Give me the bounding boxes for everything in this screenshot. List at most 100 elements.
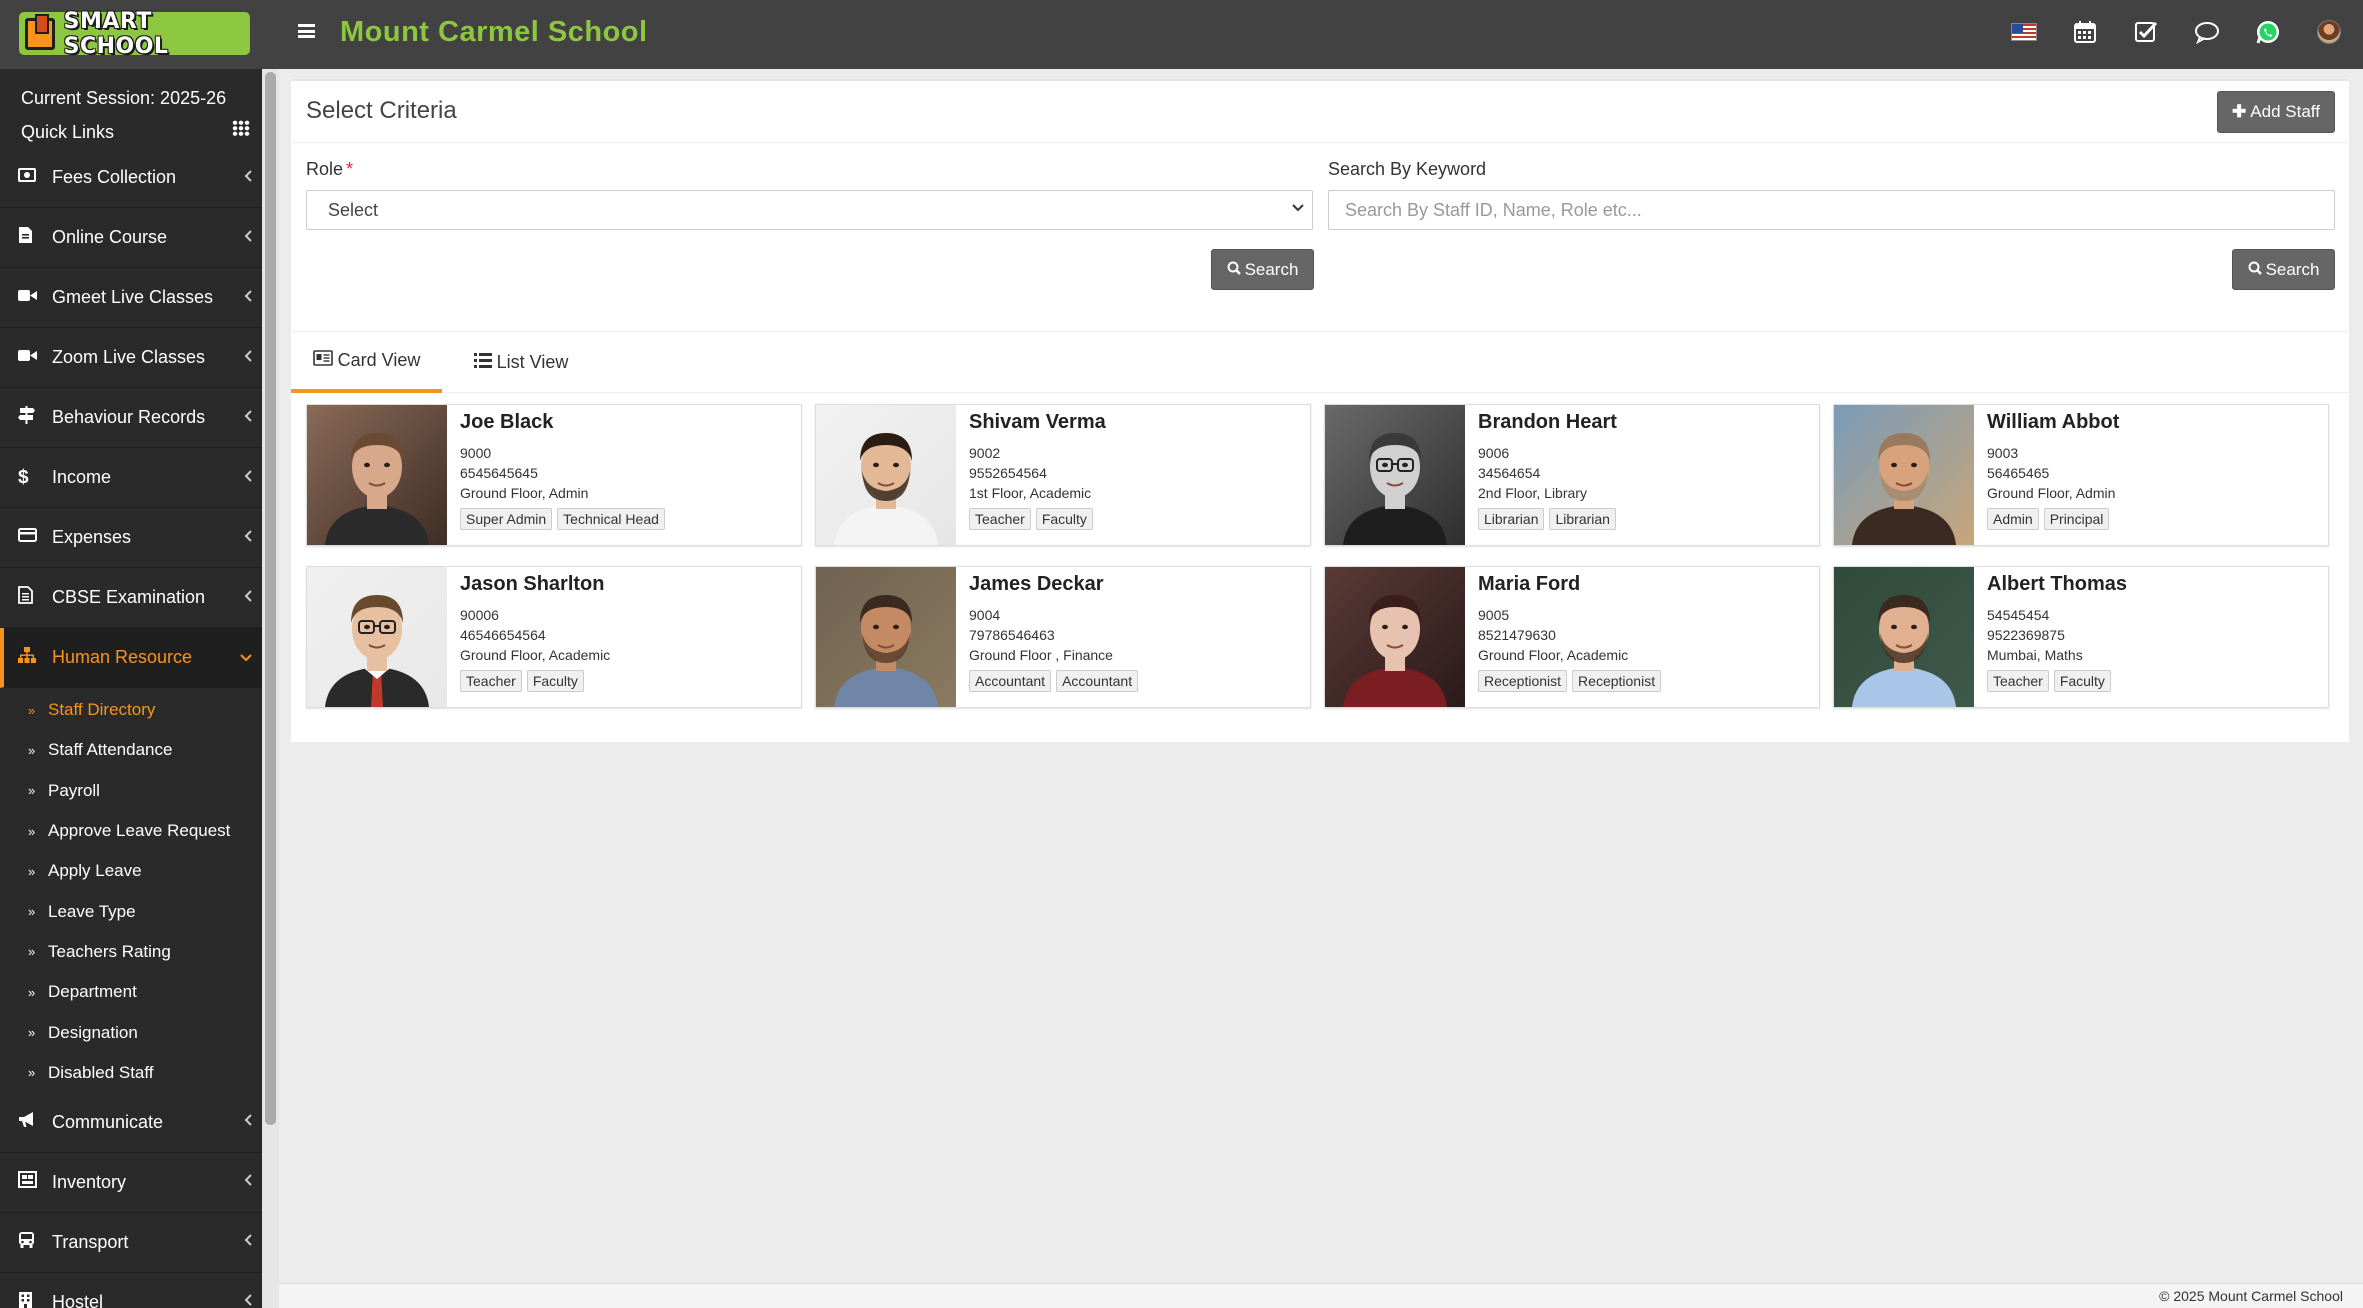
chevron-left-icon xyxy=(244,169,252,187)
submenu-item-apply-leave[interactable]: » Apply Leave xyxy=(0,851,262,891)
role-tag: Faculty xyxy=(1035,508,1093,530)
staff-name[interactable]: Jason Sharlton xyxy=(460,573,610,596)
building-icon xyxy=(18,1291,40,1308)
credit-card-icon xyxy=(18,528,40,547)
school-name: Mount Carmel School xyxy=(340,16,648,48)
staff-name[interactable]: James Deckar xyxy=(969,573,1138,596)
staff-photo-frame[interactable] xyxy=(307,405,447,545)
staff-photo-frame[interactable] xyxy=(816,405,956,545)
sidebar-item-expenses[interactable]: Expenses xyxy=(0,508,262,568)
grid-icon[interactable] xyxy=(232,120,250,136)
submenu-item-department[interactable]: » Department xyxy=(0,972,262,1012)
staff-card[interactable]: Joe Black 9000 6545645645 Ground Floor, Adm… xyxy=(306,404,802,546)
submenu-item-designation[interactable]: » Designation xyxy=(0,1012,262,1052)
staff-name[interactable]: Brandon Heart xyxy=(1478,411,1617,434)
search-icon xyxy=(2248,260,2262,280)
scrollbar-thumb[interactable] xyxy=(265,72,276,1125)
sidebar-scrollbar[interactable] xyxy=(262,69,279,1308)
chevron-left-icon xyxy=(244,529,252,547)
staff-info: James Deckar 9004 79786546463 Ground Floor … xyxy=(969,573,1139,692)
submenu-item-payroll[interactable]: » Payroll xyxy=(0,771,262,811)
sidebar-item-zoom-live-classes[interactable]: Zoom Live Classes xyxy=(0,328,262,388)
staff-photo-frame[interactable] xyxy=(1325,567,1465,707)
sidebar-item-online-course[interactable]: Online Course xyxy=(0,208,262,268)
keyword-search-input[interactable]: Search By Staff ID, Name, Role etc... xyxy=(1328,190,2335,230)
staff-id: 90006 xyxy=(460,607,499,623)
sidebar-item-gmeet-live-classes[interactable]: Gmeet Live Classes xyxy=(0,268,262,328)
sidebar-item-income[interactable]: $ Income xyxy=(0,448,262,508)
page-title: Select Criteria xyxy=(306,97,457,124)
menu-group-bottom: Communicate Inventory Transport Hostel xyxy=(0,1093,262,1308)
tab-card-view[interactable]: Card View xyxy=(291,332,442,393)
sidebar-item-label: Expenses xyxy=(52,527,132,547)
sidebar-item-cbse-examination[interactable]: CBSE Examination xyxy=(0,568,262,628)
submenu-item-leave-type[interactable]: » Leave Type xyxy=(0,891,262,931)
sidebar-item-inventory[interactable]: Inventory xyxy=(0,1153,262,1213)
role-tag: Technical Head xyxy=(557,508,665,530)
calendar-icon[interactable] xyxy=(2071,18,2099,46)
quick-links[interactable]: Quick Links xyxy=(21,115,262,149)
sidebar-item-label: Online Course xyxy=(52,227,168,247)
staff-card[interactable]: Maria Ford 9005 8521479630 Ground Floor, Ac… xyxy=(1324,566,1820,708)
sidebar-item-transport[interactable]: Transport xyxy=(0,1213,262,1273)
menu-toggle-icon[interactable] xyxy=(298,24,315,38)
staff-photo-frame[interactable] xyxy=(307,567,447,707)
staff-name[interactable]: William Abbot xyxy=(1987,411,2119,434)
staff-photo-frame[interactable] xyxy=(816,567,956,707)
sidebar-item-hostel[interactable]: Hostel xyxy=(0,1273,262,1308)
staff-photo-frame[interactable] xyxy=(1325,405,1465,545)
staff-name[interactable]: Shivam Verma xyxy=(969,411,1106,434)
staff-photo xyxy=(307,567,447,707)
staff-card[interactable]: Shivam Verma 9002 9552654564 1st Floor, Aca… xyxy=(815,404,1311,546)
keyword-search-button[interactable]: Search xyxy=(2232,249,2335,290)
tab-list-view[interactable]: List View xyxy=(451,332,591,393)
staff-phone: 46546654564 xyxy=(460,627,546,643)
sidebar-item-human-resource[interactable]: Human Resource xyxy=(0,628,262,688)
app-logo[interactable]: SMART SCHOOL xyxy=(19,9,250,59)
staff-name[interactable]: Joe Black xyxy=(460,411,665,434)
staff-card[interactable]: Brandon Heart 9006 34564654 2nd Floor, Libr… xyxy=(1324,404,1820,546)
role-search-button[interactable]: Search xyxy=(1211,249,1314,290)
staff-tags: Admin Principal xyxy=(1987,508,2119,530)
submenu-item-label: Leave Type xyxy=(48,901,136,921)
submenu-item-staff-attendance[interactable]: » Staff Attendance xyxy=(0,730,262,770)
staff-name[interactable]: Maria Ford xyxy=(1478,573,1661,596)
staff-phone: 9522369875 xyxy=(1987,627,2065,643)
staff-card[interactable]: Albert Thomas 54545454 9522369875 Mumbai, M… xyxy=(1833,566,2329,708)
submenu-item-disabled-staff[interactable]: » Disabled Staff xyxy=(0,1053,262,1093)
submenu-item-approve-leave-request[interactable]: » Approve Leave Request xyxy=(0,811,262,851)
sidebar-item-label: Inventory xyxy=(52,1171,127,1192)
staff-name[interactable]: Albert Thomas xyxy=(1987,573,2127,596)
staff-photo-frame[interactable] xyxy=(1834,567,1974,707)
language-flag-icon[interactable] xyxy=(2010,18,2038,46)
bullhorn-icon xyxy=(18,1111,40,1133)
staff-photo-frame[interactable] xyxy=(1834,405,1974,545)
sidebar-item-communicate[interactable]: Communicate xyxy=(0,1093,262,1153)
sidebar-item-behaviour-records[interactable]: Behaviour Records xyxy=(0,388,262,448)
double-angle-right-icon: » xyxy=(28,1065,36,1081)
staff-card[interactable]: Jason Sharlton 90006 46546654564 Ground Flo… xyxy=(306,566,802,708)
staff-card[interactable]: William Abbot 9003 56465465 Ground Floor, A… xyxy=(1833,404,2329,546)
chat-icon[interactable] xyxy=(2193,18,2221,46)
keyword-placeholder: Search By Staff ID, Name, Role etc... xyxy=(1345,199,1642,220)
sidebar-item-fees-collection[interactable]: Fees Collection xyxy=(0,148,262,208)
whatsapp-icon[interactable] xyxy=(2254,18,2282,46)
staff-directory-panel: Select Criteria ✚ Add Staff Role * Select… xyxy=(291,79,2349,742)
task-check-icon[interactable] xyxy=(2132,18,2160,46)
staff-id: 9006 xyxy=(1478,445,1510,461)
chevron-left-icon xyxy=(244,229,252,247)
user-avatar[interactable] xyxy=(2315,18,2343,46)
double-angle-right-icon: » xyxy=(28,1025,36,1041)
role-tag: Librarian xyxy=(1478,508,1545,530)
double-angle-right-icon: » xyxy=(28,702,36,718)
staff-id: 9000 xyxy=(460,445,492,461)
money-icon xyxy=(18,168,40,187)
top-navbar: SMART SCHOOL Mount Carmel School xyxy=(0,0,2363,69)
submenu-item-teachers-rating[interactable]: » Teachers Rating xyxy=(0,932,262,972)
submenu-item-label: Staff Attendance xyxy=(48,740,173,760)
add-staff-button[interactable]: ✚ Add Staff xyxy=(2217,91,2335,133)
submenu-item-staff-directory[interactable]: » Staff Directory xyxy=(0,690,262,730)
staff-tags: Teacher Faculty xyxy=(1987,670,2127,692)
role-select[interactable]: Select xyxy=(306,190,1313,230)
staff-card[interactable]: James Deckar 9004 79786546463 Ground Floor … xyxy=(815,566,1311,708)
